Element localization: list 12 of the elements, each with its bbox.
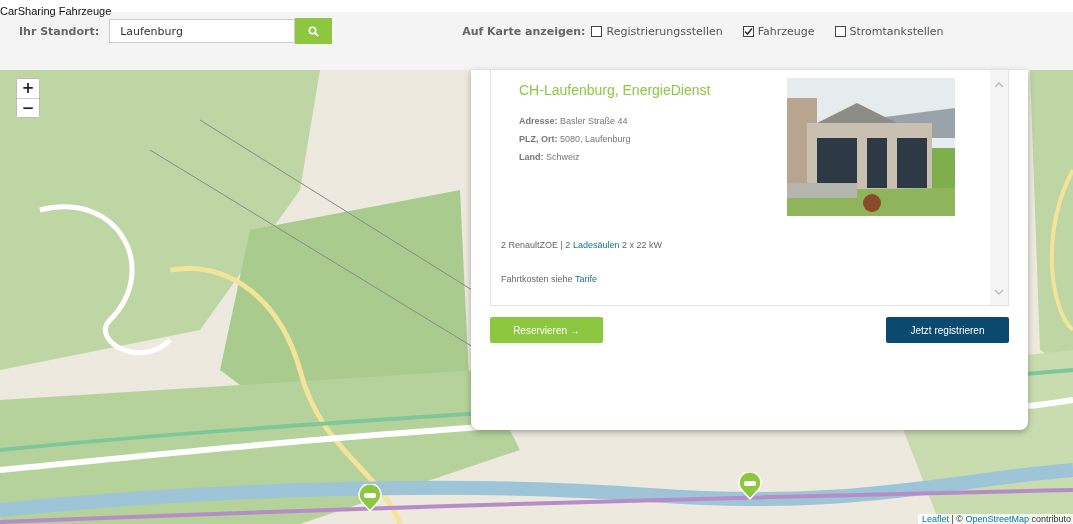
checkbox[interactable] [834,25,846,37]
checkbox-label[interactable]: Registrierungsstellen [606,24,723,38]
location-label: Ihr Standort: [19,24,100,38]
checkbox[interactable] [742,25,754,37]
search-icon [308,25,320,37]
checkbox-label[interactable]: Fahrzeuge [757,24,815,38]
location-field[interactable]: Laufenburg [109,19,296,43]
search-button[interactable] [295,18,333,44]
page-title: CarSharing Fahrzeuge [0,5,112,17]
checkbox-label[interactable]: Stromtankstellen [849,24,944,38]
checkbox[interactable] [591,25,603,37]
filter-label: Auf Karte anzeigen: [462,24,586,38]
